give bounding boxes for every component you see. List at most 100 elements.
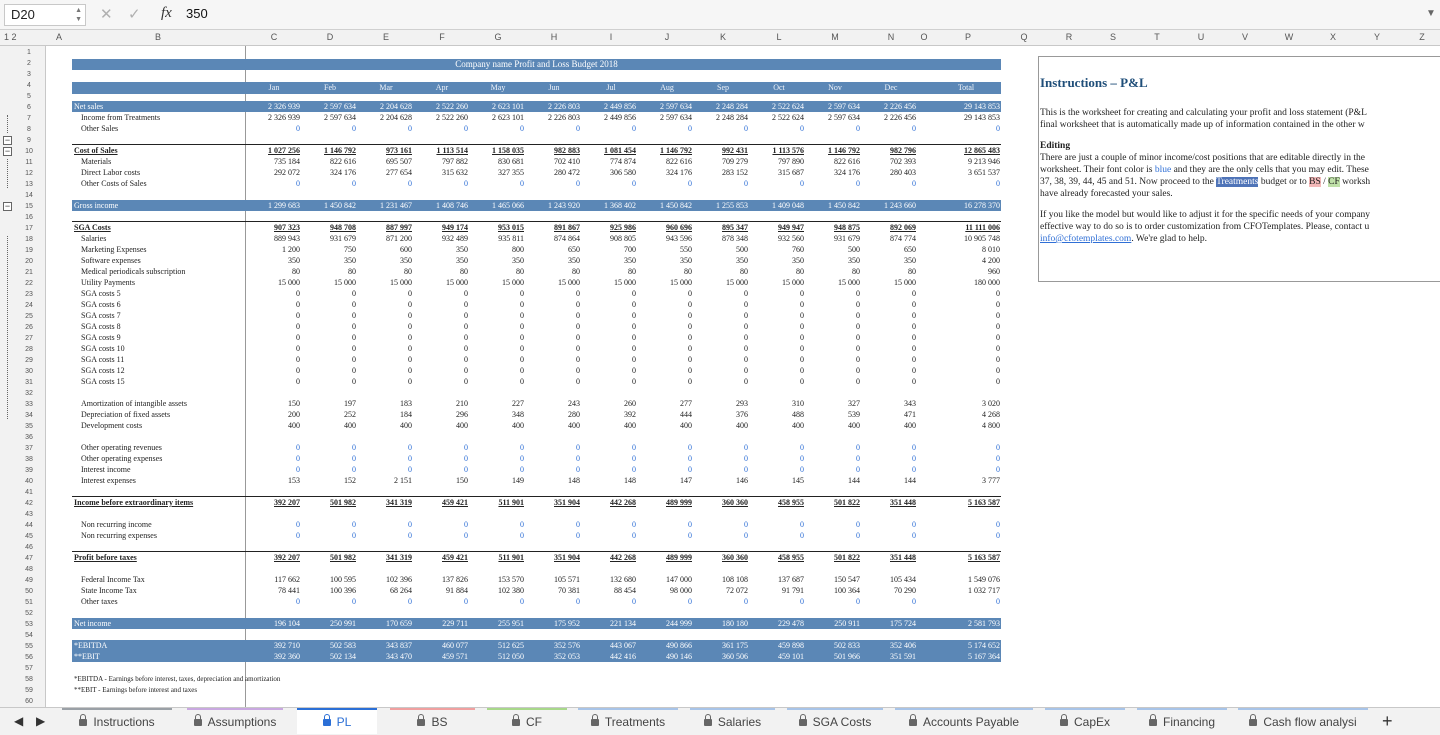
value-cell[interactable]: 180 000 <box>948 277 1000 288</box>
value-cell[interactable]: 2 204 628 <box>360 112 412 123</box>
value-cell[interactable]: 0 <box>640 299 692 310</box>
value-cell[interactable]: 343 470 <box>360 651 412 662</box>
value-cell[interactable]: 150 <box>248 398 300 409</box>
value-cell[interactable]: 15 000 <box>528 277 580 288</box>
value-cell[interactable]: 0 <box>640 178 692 189</box>
value-cell[interactable]: 442 416 <box>584 651 636 662</box>
value-cell[interactable]: 0 <box>864 310 916 321</box>
value-cell[interactable]: 0 <box>948 310 1000 321</box>
value-cell[interactable]: 0 <box>808 178 860 189</box>
value-cell[interactable]: 774 874 <box>584 156 636 167</box>
value-cell[interactable]: 0 <box>472 519 524 530</box>
row-label[interactable]: SGA costs 11 <box>81 354 124 365</box>
value-cell[interactable]: 2 204 628 <box>360 101 412 112</box>
value-cell[interactable]: 200 <box>248 409 300 420</box>
row-header-28[interactable]: 28 <box>18 344 40 355</box>
value-cell[interactable]: 5 174 652 <box>948 640 1000 651</box>
sheet-tab-pl[interactable]: PL <box>297 708 377 734</box>
row-label[interactable]: Federal Income Tax <box>81 574 145 585</box>
sheet-tab-salaries[interactable]: Salaries <box>690 708 775 734</box>
value-cell[interactable]: 2 449 856 <box>584 112 636 123</box>
value-cell[interactable]: 8 010 <box>948 244 1000 255</box>
value-cell[interactable]: 80 <box>808 266 860 277</box>
value-cell[interactable]: 539 <box>808 409 860 420</box>
row-label[interactable]: Income from Treatments <box>81 112 160 123</box>
value-cell[interactable]: 650 <box>528 244 580 255</box>
value-cell[interactable]: 400 <box>304 420 356 431</box>
value-cell[interactable]: 0 <box>528 453 580 464</box>
value-cell[interactable]: 0 <box>360 442 412 453</box>
value-cell[interactable]: 0 <box>360 464 412 475</box>
value-cell[interactable]: 1 243 660 <box>864 200 916 211</box>
value-cell[interactable]: 148 <box>584 475 636 486</box>
value-cell[interactable]: 10 905 748 <box>948 233 1000 244</box>
value-cell[interactable]: 0 <box>808 123 860 134</box>
row-label[interactable]: SGA costs 7 <box>81 310 121 321</box>
value-cell[interactable]: 153 <box>248 475 300 486</box>
value-cell[interactable]: 0 <box>864 178 916 189</box>
value-cell[interactable]: 0 <box>948 123 1000 134</box>
outline-level-buttons[interactable]: 1 2 <box>4 32 17 42</box>
value-cell[interactable]: 80 <box>696 266 748 277</box>
value-cell[interactable]: 0 <box>472 464 524 475</box>
column-header-o[interactable]: O <box>904 32 944 42</box>
value-cell[interactable]: 822 616 <box>640 156 692 167</box>
value-cell[interactable]: 0 <box>528 332 580 343</box>
sheet-tab-sga-costs[interactable]: SGA Costs <box>787 708 883 734</box>
value-cell[interactable]: 1 255 853 <box>696 200 748 211</box>
value-cell[interactable]: 0 <box>696 332 748 343</box>
row-label[interactable]: Income before extraordinary items <box>74 497 193 508</box>
column-header-q[interactable]: Q <box>1004 32 1044 42</box>
value-cell[interactable]: 343 837 <box>360 640 412 651</box>
value-cell[interactable]: 0 <box>948 442 1000 453</box>
row-header-36[interactable]: 36 <box>18 432 40 443</box>
row-header-32[interactable]: 32 <box>18 388 40 399</box>
value-cell[interactable]: 1 146 792 <box>640 145 692 156</box>
row-header-54[interactable]: 54 <box>18 630 40 641</box>
value-cell[interactable]: 0 <box>304 123 356 134</box>
value-cell[interactable]: 341 319 <box>360 552 412 563</box>
value-cell[interactable]: 0 <box>864 123 916 134</box>
value-cell[interactable]: 895 347 <box>696 222 748 233</box>
value-cell[interactable]: 292 072 <box>248 167 300 178</box>
value-cell[interactable]: 2 522 624 <box>752 112 804 123</box>
row-header-60[interactable]: 60 <box>18 696 40 707</box>
value-cell[interactable]: 350 <box>416 244 468 255</box>
value-cell[interactable]: 0 <box>752 321 804 332</box>
column-header-x[interactable]: X <box>1313 32 1353 42</box>
value-cell[interactable]: 735 184 <box>248 156 300 167</box>
value-cell[interactable]: 2 248 284 <box>696 101 748 112</box>
value-cell[interactable]: 0 <box>304 442 356 453</box>
value-cell[interactable]: 0 <box>528 530 580 541</box>
value-cell[interactable]: 98 000 <box>640 585 692 596</box>
row-header-34[interactable]: 34 <box>18 410 40 421</box>
column-header-z[interactable]: Z <box>1402 32 1440 42</box>
row-label[interactable]: SGA costs 8 <box>81 321 121 332</box>
value-cell[interactable]: 0 <box>696 464 748 475</box>
value-cell[interactable]: 15 000 <box>808 277 860 288</box>
value-cell[interactable]: 0 <box>808 288 860 299</box>
value-cell[interactable]: 459 421 <box>416 497 468 508</box>
value-cell[interactable]: 392 360 <box>248 651 300 662</box>
value-cell[interactable]: 341 319 <box>360 497 412 508</box>
value-cell[interactable]: 105 434 <box>864 574 916 585</box>
value-cell[interactable]: 0 <box>640 354 692 365</box>
value-cell[interactable]: 229 711 <box>416 618 468 629</box>
value-cell[interactable]: 889 943 <box>248 233 300 244</box>
value-cell[interactable]: 0 <box>640 442 692 453</box>
value-cell[interactable]: 948 708 <box>304 222 356 233</box>
value-cell[interactable]: 150 547 <box>808 574 860 585</box>
value-cell[interactable]: 350 <box>304 255 356 266</box>
value-cell[interactable]: 0 <box>696 596 748 607</box>
value-cell[interactable]: 0 <box>584 464 636 475</box>
value-cell[interactable]: 400 <box>584 420 636 431</box>
column-header-p[interactable]: P <box>948 32 988 42</box>
value-cell[interactable]: 0 <box>948 376 1000 387</box>
value-cell[interactable]: 351 591 <box>864 651 916 662</box>
value-cell[interactable]: 15 000 <box>752 277 804 288</box>
value-cell[interactable]: 0 <box>416 519 468 530</box>
row-label[interactable]: Software expenses <box>81 255 141 266</box>
value-cell[interactable]: 0 <box>248 332 300 343</box>
value-cell[interactable]: 0 <box>416 354 468 365</box>
value-cell[interactable]: 12 865 483 <box>948 145 1000 156</box>
